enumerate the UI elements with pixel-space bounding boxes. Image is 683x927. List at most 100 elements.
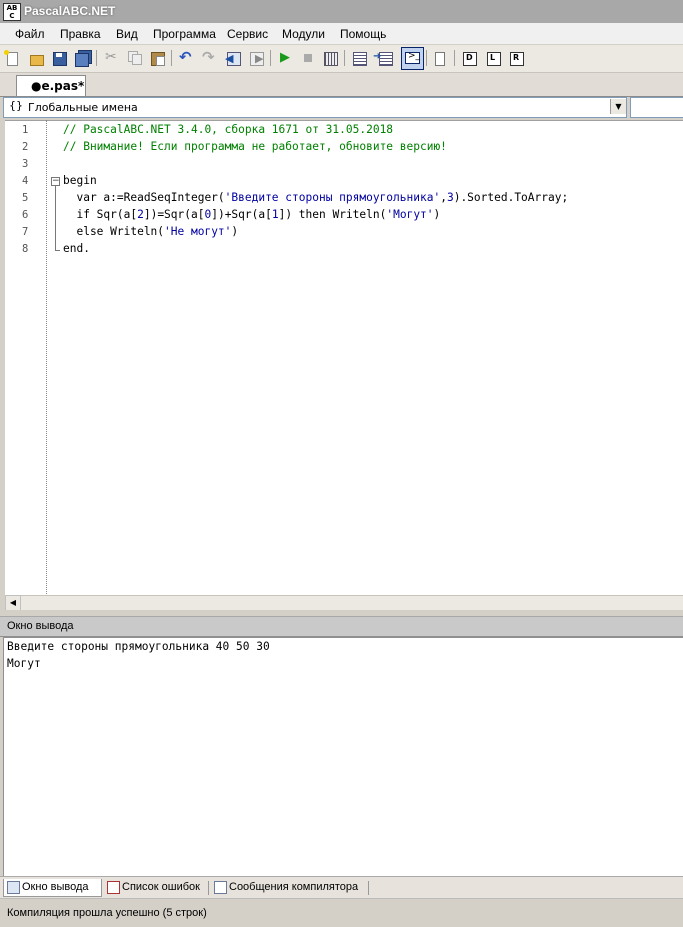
line-number: 4 <box>22 175 29 187</box>
watch-icon[interactable]: D <box>460 49 478 67</box>
tab-error-list[interactable]: Список ошибок <box>104 879 208 896</box>
code-token: 3 <box>446 191 454 204</box>
new-file-icon[interactable] <box>3 49 21 67</box>
menu-modules[interactable]: Модули <box>282 27 325 41</box>
output-text-area[interactable]: Введите стороны прямоугольника 40 50 30 … <box>3 637 683 877</box>
code-line[interactable]: else Writeln('Не могут') <box>63 225 238 238</box>
navigate-back-icon[interactable]: ◀ <box>224 49 242 67</box>
fold-toggle-icon[interactable]: − <box>51 177 60 186</box>
scroll-left-icon[interactable]: ◀ <box>5 595 21 611</box>
stop-icon[interactable] <box>299 49 317 67</box>
title-bar: AB C PascalABC.NET <box>0 0 683 24</box>
code-token: end. <box>63 242 90 255</box>
toolbar-separator <box>426 50 427 66</box>
code-line[interactable]: if Sqr(a[2])=Sqr(a[0])+Sqr(a[1]) then Wr… <box>63 208 440 221</box>
scope-dropdown-value: Глобальные имена <box>28 101 138 114</box>
redo-icon[interactable]: ↷ <box>200 48 218 67</box>
undo-icon[interactable]: ↶ <box>177 48 195 67</box>
code-token: , <box>440 191 447 204</box>
menu-help[interactable]: Помощь <box>340 27 386 41</box>
code-line[interactable]: end. <box>63 242 90 255</box>
namespace-icon: {} <box>9 99 23 112</box>
member-dropdown[interactable] <box>630 97 683 118</box>
code-token: ])+Sqr(a[ <box>211 208 272 221</box>
tab-compiler-messages[interactable]: Сообщения компилятора <box>211 879 369 896</box>
line-number: 3 <box>22 158 29 170</box>
run-icon[interactable]: ▶ <box>276 49 294 67</box>
code-token: ]) then Writeln( <box>278 208 387 221</box>
output-panel-title: Окно вывода <box>7 620 74 632</box>
error-list-icon <box>107 881 120 894</box>
tab-e-pas[interactable]: ●e.pas* <box>16 75 86 96</box>
menu-service[interactable]: Сервис <box>227 27 268 41</box>
menu-edit[interactable]: Правка <box>60 27 101 41</box>
navigate-forward-icon[interactable]: ▶ <box>247 49 265 67</box>
code-line[interactable]: begin <box>63 174 97 187</box>
toolbar-separator <box>454 50 455 66</box>
save-all-icon[interactable] <box>73 49 92 67</box>
open-icon[interactable] <box>27 49 45 67</box>
fold-guide-end <box>55 250 60 251</box>
compiler-messages-icon <box>214 881 227 894</box>
code-line[interactable]: // PascalABC.NET 3.4.0, сборка 1671 от 3… <box>63 123 393 136</box>
locals-icon[interactable]: L <box>484 49 502 67</box>
status-bar: Компиляция прошла успешно (5 строк) <box>0 898 683 927</box>
app-icon: AB C <box>3 3 21 21</box>
code-token: 'Не могут' <box>164 225 232 238</box>
copy-icon[interactable] <box>125 49 143 67</box>
gutter-divider <box>46 120 47 594</box>
document-tabstrip: ●e.pas* <box>0 73 683 97</box>
code-token: ).Sorted.ToArray; <box>453 191 569 204</box>
step-over-icon[interactable]: ➜ <box>373 49 393 67</box>
output-line: Введите стороны прямоугольника 40 50 30 <box>7 640 270 653</box>
code-token: ) <box>231 225 239 238</box>
line-number: 6 <box>22 209 29 221</box>
toolbar-separator <box>344 50 345 66</box>
paste-icon[interactable] <box>148 49 166 67</box>
toolbar: ✂ ↶ ↷ ◀ ▶ ▶ ➜ >_ D L R <box>0 45 683 73</box>
compile-icon[interactable] <box>321 49 339 67</box>
code-token: 1 <box>271 208 279 221</box>
line-number: 8 <box>22 243 29 255</box>
menu-file[interactable]: Файл <box>15 27 45 41</box>
code-token: ])=Sqr(a[ <box>143 208 205 221</box>
chevron-down-icon[interactable]: ▼ <box>610 99 626 114</box>
code-line[interactable]: var a:=ReadSeqInteger('Введите стороны п… <box>63 191 568 204</box>
line-number: 2 <box>22 141 29 153</box>
horizontal-scrollbar[interactable] <box>5 595 683 610</box>
cut-icon[interactable]: ✂ <box>102 49 120 67</box>
code-token: 2 <box>137 208 144 221</box>
bottom-panel-tabs: Окно вывода Список ошибок Сообщения комп… <box>0 876 683 899</box>
code-token: // Внимание! Если программа не работает,… <box>63 140 447 153</box>
fold-guide <box>55 186 56 250</box>
code-line[interactable]: // Внимание! Если программа не работает,… <box>63 140 447 153</box>
tab-divider <box>208 881 209 895</box>
console-icon[interactable]: >_ <box>401 47 424 70</box>
output-window-icon <box>7 881 20 894</box>
status-message: Компиляция прошла успешно (5 строк) <box>7 907 207 919</box>
menu-program[interactable]: Программа <box>153 27 216 41</box>
code-token: // PascalABC.NET 3.4.0, сборка 1671 от 3… <box>63 123 394 136</box>
step-into-icon[interactable] <box>350 49 368 67</box>
code-token: var a:=ReadSeqInteger( <box>63 191 225 204</box>
save-icon[interactable] <box>50 49 68 67</box>
code-token: if Sqr(a[ <box>63 208 138 221</box>
output-panel-header: Окно вывода <box>0 616 683 637</box>
breakpoints-icon[interactable]: R <box>507 49 525 67</box>
tab-divider <box>368 881 369 895</box>
tab-label: ●e.pas* <box>31 79 85 93</box>
code-token: else Writeln( <box>63 225 165 238</box>
menu-bar: Файл Правка Вид Программа Сервис Модули … <box>0 23 683 44</box>
tab-output-window[interactable]: Окно вывода <box>3 879 102 897</box>
menu-view[interactable]: Вид <box>116 27 138 41</box>
line-number: 5 <box>22 192 29 204</box>
code-token: 'Введите стороны прямоугольника' <box>224 191 441 204</box>
toolbar-separator <box>171 50 172 66</box>
window-title: PascalABC.NET <box>24 4 116 18</box>
toolbar-separator <box>270 50 271 66</box>
format-icon[interactable] <box>431 49 449 67</box>
output-line: Могут <box>7 657 41 670</box>
code-token: begin <box>63 174 97 187</box>
line-number: 7 <box>22 226 29 238</box>
scope-dropdown[interactable]: {} Глобальные имена ▼ <box>3 97 627 118</box>
